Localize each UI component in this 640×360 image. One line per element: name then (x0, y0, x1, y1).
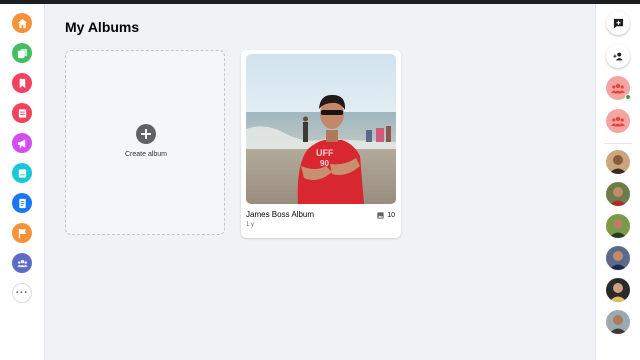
nav-documents-button[interactable] (12, 193, 32, 213)
add-friend-icon (612, 52, 623, 60)
contact-avatar[interactable] (606, 182, 630, 206)
nav-notes-button[interactable] (12, 103, 32, 123)
contact-avatar-4 (606, 246, 630, 270)
more-dots-icon: ··· (15, 287, 29, 299)
contact-avatar-6 (606, 310, 630, 334)
flag-icon (18, 228, 26, 238)
document-icon (18, 198, 26, 208)
album-photo-count: 10 (377, 212, 395, 219)
nav-saved-button[interactable] (12, 73, 32, 93)
contact-avatar[interactable] (606, 246, 630, 270)
nav-home-button[interactable] (12, 13, 32, 33)
groups-icon (16, 259, 28, 267)
new-message-button[interactable] (606, 11, 630, 35)
page-title: My Albums (65, 19, 140, 35)
album-time: 1 y (246, 222, 255, 228)
nav-groups-button[interactable] (12, 253, 32, 273)
group-chat-avatar[interactable] (606, 109, 630, 133)
group-chat-avatar[interactable] (606, 76, 631, 100)
contact-avatar-2 (606, 182, 630, 206)
nav-pages-button[interactable] (12, 43, 32, 63)
contact-avatar[interactable] (606, 150, 630, 174)
create-album-card[interactable]: Create album (65, 50, 225, 235)
left-nav-rail: ··· (0, 4, 45, 360)
pages-icon (17, 48, 27, 58)
album-card[interactable]: UFF 90 James Boss Album 1 y 10 (241, 50, 401, 238)
home-icon (17, 18, 27, 28)
nav-blog-button[interactable] (12, 163, 32, 183)
nav-announcements-button[interactable] (12, 133, 32, 153)
online-indicator (625, 94, 631, 100)
contact-avatar-1 (606, 150, 630, 174)
contact-avatar[interactable] (606, 278, 630, 302)
new-message-icon (613, 18, 623, 29)
contact-avatar-5 (606, 278, 630, 302)
image-icon (377, 212, 384, 219)
blog-icon (18, 168, 26, 178)
album-cover-photo[interactable]: UFF 90 (246, 54, 396, 204)
album-cover-image: UFF 90 (246, 54, 396, 204)
album-count: 10 (387, 212, 395, 219)
group-chat-icon (611, 116, 625, 126)
main-content: My Albums Create album UFF 90 James Boss… (45, 4, 595, 360)
svg-text:90: 90 (320, 159, 329, 168)
nav-more-button[interactable]: ··· (12, 283, 32, 303)
create-album-label: Create album (124, 151, 168, 158)
contact-avatar[interactable] (606, 310, 630, 334)
add-friend-button[interactable] (606, 44, 630, 68)
svg-text:UFF: UFF (316, 148, 334, 158)
contact-avatar-3 (606, 214, 630, 238)
saved-icon (19, 78, 25, 88)
right-contacts-rail (595, 4, 640, 360)
rail-divider (604, 143, 632, 144)
plus-circle-icon (136, 124, 156, 144)
notes-icon (18, 108, 26, 118)
group-chat-icon (611, 83, 625, 93)
contact-avatar[interactable] (606, 214, 630, 238)
nav-flag-button[interactable] (12, 223, 32, 243)
megaphone-icon (17, 138, 25, 148)
album-name[interactable]: James Boss Album (246, 210, 314, 219)
